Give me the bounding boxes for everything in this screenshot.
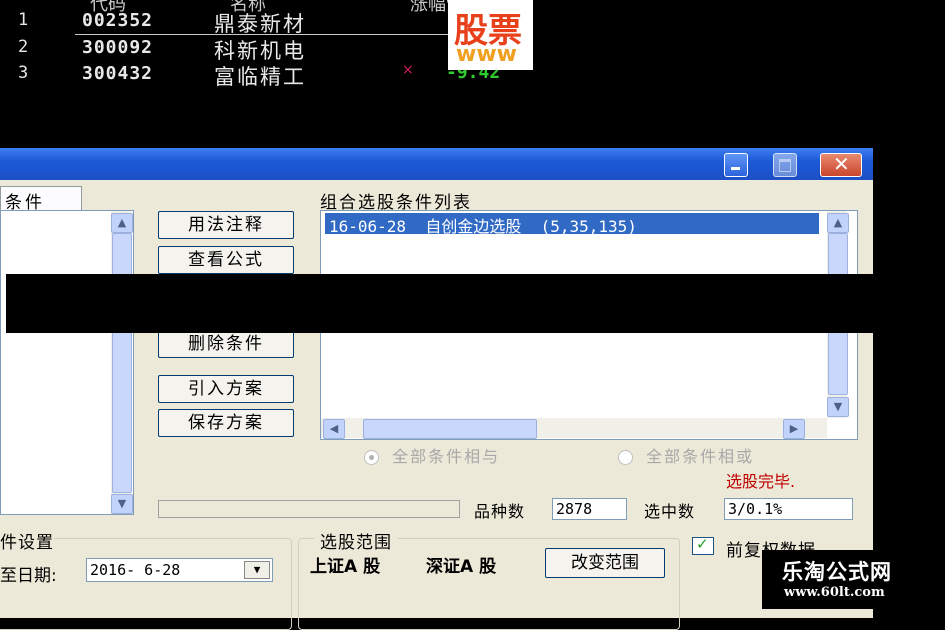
- date-value: 2016- 6-28: [90, 561, 181, 579]
- stock-name: 富临精工: [214, 65, 306, 89]
- selected-field: 3/0.1%: [724, 498, 853, 520]
- scroll-thumb[interactable]: [112, 233, 132, 493]
- minimize-button[interactable]: [724, 153, 748, 177]
- maximize-button[interactable]: [773, 153, 797, 177]
- status-text: 选股完毕.: [726, 472, 796, 491]
- radio-checked-icon: [364, 450, 379, 465]
- list-hscroll[interactable]: ◀ ▶: [321, 418, 827, 439]
- row-index: 2: [18, 37, 29, 57]
- scroll-up-icon[interactable]: ▲: [111, 213, 133, 233]
- radio-unchecked-icon: [618, 450, 633, 465]
- selected-label: 选中数: [644, 502, 696, 521]
- scroll-up-icon[interactable]: ▲: [827, 213, 849, 233]
- scroll-down-icon[interactable]: ▼: [111, 494, 133, 514]
- dropdown-arrow-icon[interactable]: ▼: [244, 561, 270, 579]
- hscroll-thumb[interactable]: [363, 419, 537, 439]
- settings-title: 件设置: [0, 528, 54, 553]
- range-sh: 上证A 股: [310, 557, 381, 577]
- stock-code: 300092: [82, 37, 154, 58]
- range-title: 选股范围: [314, 528, 398, 553]
- checkbox[interactable]: ✓: [692, 535, 714, 555]
- radio-or[interactable]: 全部条件相或: [618, 443, 754, 467]
- radio-or-label: 全部条件相或: [646, 447, 755, 466]
- count-label: 品种数: [474, 502, 526, 521]
- list-item-selected[interactable]: 16-06-28 自创金边选股 (5,35,135): [325, 213, 819, 236]
- radio-and[interactable]: 全部条件相与: [364, 443, 500, 467]
- change-range-button[interactable]: 改变范围: [545, 548, 665, 578]
- import-plan-button[interactable]: 引入方案: [158, 375, 294, 403]
- close-icon: ✕: [833, 152, 850, 176]
- maximize-icon: [779, 159, 791, 172]
- list-item-text: 16-06-28 自创金边选股 (5,35,135): [329, 217, 637, 236]
- tab-conditions[interactable]: 条件: [0, 186, 82, 213]
- scroll-down-icon[interactable]: ▼: [827, 397, 849, 417]
- watermark-logo-top: 股票 www: [448, 0, 533, 70]
- redaction-bar: [6, 274, 874, 333]
- watermark-logo-bottom: 乐淘公式网 www.60lt.com: [762, 550, 945, 609]
- watermark-bottom-title: 乐淘公式网: [782, 560, 892, 584]
- watermark-bottom-url: www.60lt.com: [784, 585, 885, 600]
- scroll-right-icon[interactable]: ▶: [783, 419, 805, 439]
- stock-row[interactable]: 3 300432 富临精工: [0, 61, 420, 89]
- usage-notes-button[interactable]: 用法注释: [158, 211, 294, 239]
- scroll-left-icon[interactable]: ◀: [323, 419, 345, 439]
- row-index: 3: [18, 63, 29, 83]
- condition-tree[interactable]: ▲ ▼: [0, 210, 134, 515]
- marker-icon: ×: [402, 62, 414, 78]
- stock-row[interactable]: 1 002352 鼎泰新材: [0, 8, 420, 36]
- date-picker[interactable]: 2016- 6-28 ▼: [86, 558, 273, 582]
- row-index: 1: [18, 10, 29, 30]
- count-field: 2878: [552, 498, 627, 520]
- stock-code: 300432: [82, 63, 154, 84]
- delete-condition-button[interactable]: 删除条件: [158, 330, 294, 358]
- left-scrollbar[interactable]: ▲ ▼: [111, 211, 133, 514]
- title-bar[interactable]: ✕: [0, 148, 873, 180]
- stock-list: 代码 名称 涨幅% 1 002352 鼎泰新材 2 300092 科新机电 3 …: [0, 0, 945, 148]
- close-button[interactable]: ✕: [820, 152, 862, 177]
- progress-bar: [158, 500, 460, 518]
- view-formula-button[interactable]: 查看公式: [158, 246, 294, 274]
- checkmark-icon: ✓: [696, 535, 709, 553]
- stock-selector-dialog: ✕ 条件 ▲ ▼ 用法注释 查看公式 删除条件 引入方案 保存方案 组合选股条件…: [0, 148, 873, 630]
- stock-row[interactable]: 2 300092 科新机电: [0, 35, 420, 63]
- stock-code: 002352: [82, 10, 154, 31]
- range-sz: 深证A 股: [426, 557, 497, 577]
- minimize-icon: [731, 167, 740, 170]
- stock-name: 鼎泰新材: [214, 12, 306, 36]
- radio-and-label: 全部条件相与: [392, 447, 501, 466]
- save-plan-button[interactable]: 保存方案: [158, 409, 294, 437]
- watermark-top-url: www: [456, 42, 517, 67]
- date-label: 至日期:: [0, 566, 57, 586]
